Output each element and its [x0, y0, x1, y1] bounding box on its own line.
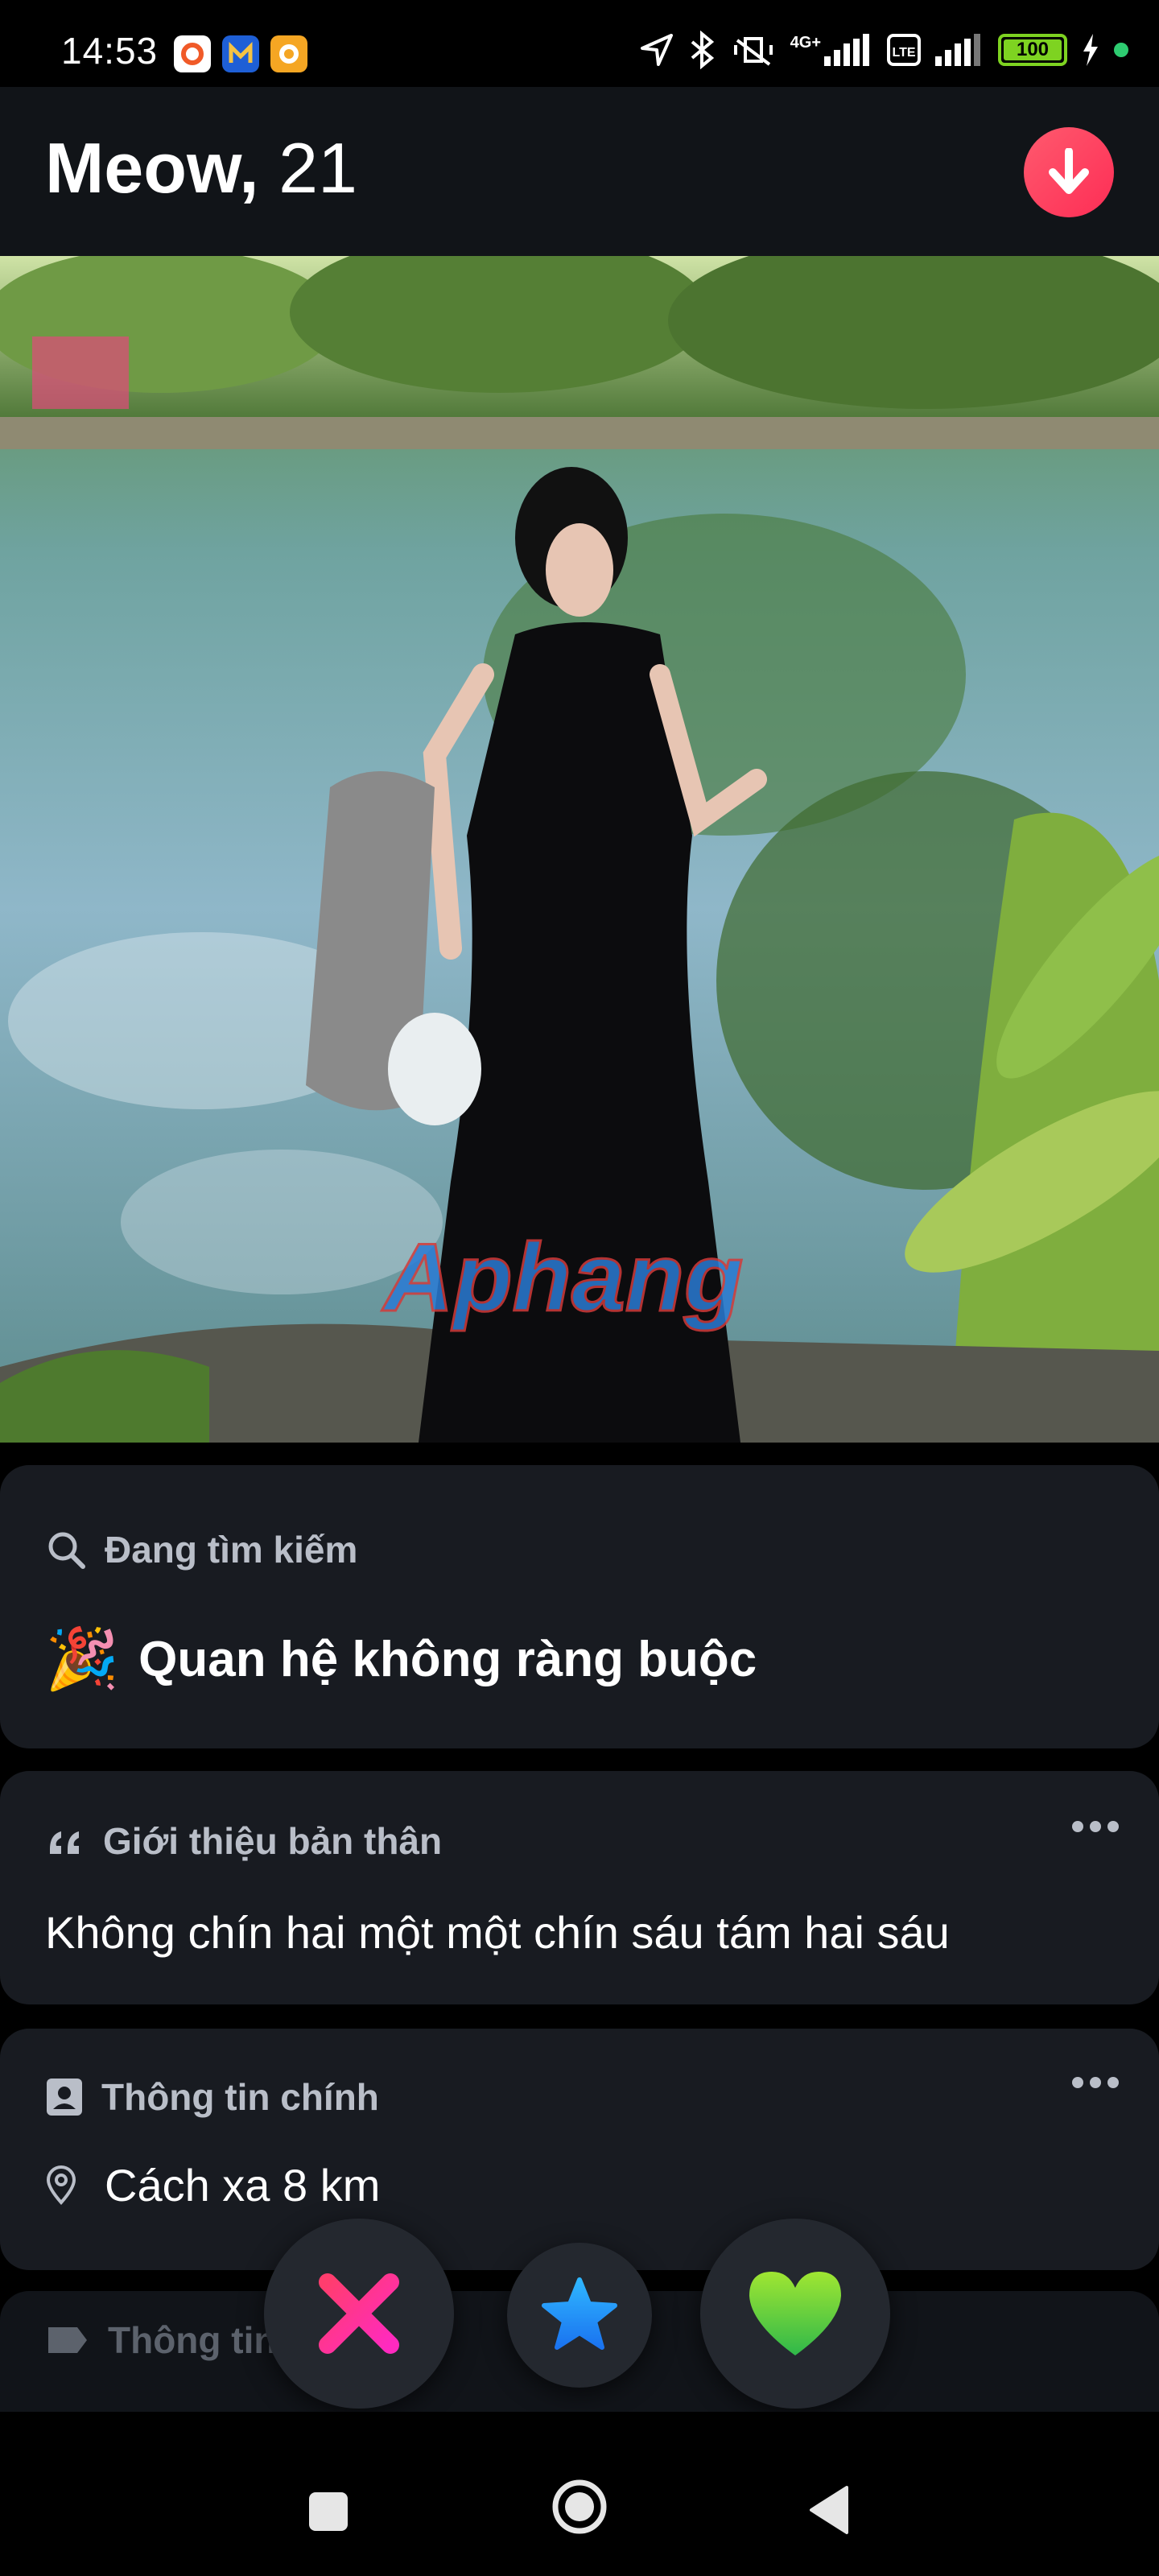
volte-icon: LTE [887, 34, 921, 66]
x-icon [319, 2273, 399, 2354]
collapse-profile-button[interactable] [1024, 127, 1114, 217]
nope-button[interactable] [264, 2219, 454, 2409]
signal-4g: 4G+ [790, 34, 872, 66]
looking-for-label: Đang tìm kiếm [105, 1529, 358, 1571]
signal-icon [824, 34, 869, 66]
app-notification-icon [174, 35, 211, 72]
status-time: 14:53 [61, 30, 159, 72]
about-card: Giới thiệu bản thân Không chín hai một m… [0, 1771, 1159, 2004]
system-nav-bar [0, 2412, 1159, 2576]
network-type-label: 4G+ [790, 34, 821, 52]
mail-app-icon [222, 35, 259, 72]
location-arrow-icon [640, 34, 673, 66]
mute-vibrate-icon [733, 37, 773, 66]
looking-for-card: Đang tìm kiếm 🎉 Quan hệ không ràng buộc [0, 1465, 1159, 1748]
status-dot [1114, 43, 1128, 57]
recents-button[interactable] [307, 2491, 349, 2537]
basics-label: Thông tin chính [101, 2076, 379, 2118]
distance-text: Cách xa 8 km [105, 2160, 381, 2211]
about-text: Không chín hai một một chín sáu tám hai … [45, 1907, 950, 1958]
profile-header: Meow, 21 [0, 87, 1159, 256]
photo-watermark: Aphang [382, 1224, 744, 1331]
party-emoji: 🎉 [45, 1625, 120, 1692]
battery-level: 100 [1016, 39, 1050, 60]
like-button[interactable] [700, 2219, 890, 2409]
status-bar: 14:53 4G+ LTE 100 [0, 0, 1159, 87]
profile-age: 21 [278, 128, 357, 208]
notification-icons [174, 35, 307, 72]
coin-app-icon [270, 35, 307, 72]
battery-icon: 100 [998, 34, 1067, 66]
home-button[interactable] [551, 2478, 608, 2540]
charging-icon [1083, 34, 1098, 66]
basics-header: Thông tin chính [45, 2075, 379, 2119]
about-label: Giới thiệu bản thân [103, 1820, 443, 1862]
looking-for-value: Quan hệ không ràng buộc [138, 1632, 757, 1687]
square-icon [309, 2492, 348, 2531]
looking-for-value-row: 🎉 Quan hệ không ràng buộc [45, 1624, 757, 1695]
signal-icon-2 [935, 34, 980, 66]
heart-icon [749, 2272, 841, 2355]
status-right: 4G+ LTE 100 [639, 31, 1128, 69]
about-header: Giới thiệu bản thân [45, 1819, 442, 1863]
profile-photo[interactable]: Aphang [0, 256, 1159, 1443]
bluetooth-icon [691, 31, 714, 69]
distance-row: Cách xa 8 km [45, 2159, 380, 2211]
arrow-down-icon [1049, 148, 1089, 194]
id-card-icon [47, 2079, 82, 2116]
looking-for-header: Đang tìm kiếm [45, 1528, 357, 1571]
svg-text:LTE: LTE [892, 46, 915, 60]
home-circle-icon [552, 2479, 607, 2534]
basics-more-button[interactable] [1072, 2077, 1128, 2093]
back-triangle-icon [810, 2486, 848, 2534]
quote-icon [50, 1831, 79, 1854]
location-pin-icon [46, 2165, 76, 2205]
star-icon [542, 2277, 617, 2350]
about-more-button[interactable] [1072, 1821, 1128, 1837]
tag-icon [48, 2327, 87, 2353]
basics-card: Thông tin chính Cách xa 8 km [0, 2029, 1159, 2270]
super-like-button[interactable] [507, 2243, 652, 2388]
profile-name: Meow, [45, 128, 259, 208]
profile-name-age: Meow, 21 [45, 127, 357, 209]
back-button[interactable] [808, 2484, 850, 2540]
search-icon [48, 1532, 85, 1569]
